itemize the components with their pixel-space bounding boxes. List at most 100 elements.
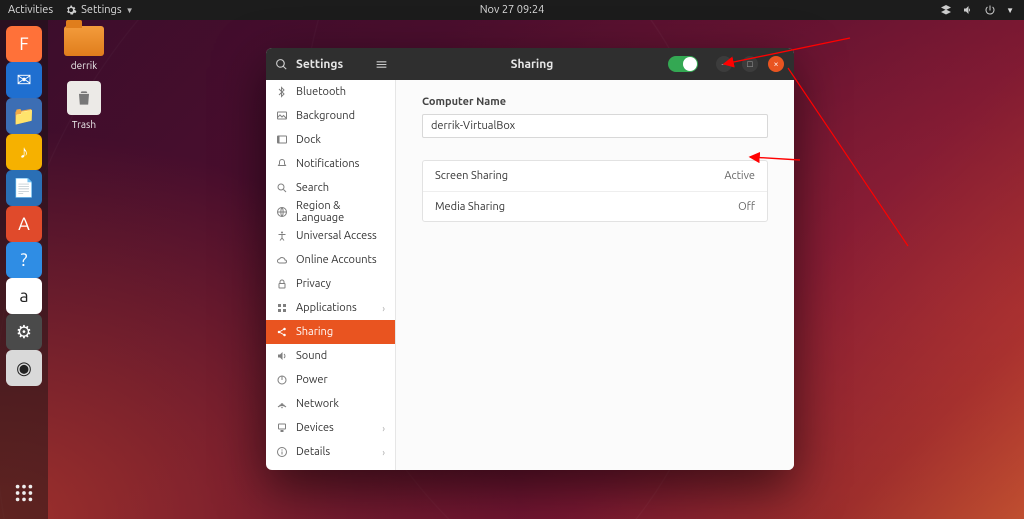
sidebar-item-devices[interactable]: Devices › — [266, 416, 395, 440]
sharing-row-screen-sharing[interactable]: Screen Sharing Active — [423, 161, 767, 191]
trash-icon — [67, 81, 101, 115]
sidebar-item-privacy[interactable]: Privacy — [266, 272, 395, 296]
close-button[interactable]: × — [768, 56, 784, 72]
sidebar-item-label: Privacy — [296, 278, 331, 290]
settings-content: Computer Name Screen Sharing Active Media … — [396, 80, 794, 470]
sidebar-item-label: Power — [296, 374, 328, 386]
sidebar-item-bluetooth[interactable]: Bluetooth — [266, 80, 395, 104]
sidebar-item-power[interactable]: Power — [266, 368, 395, 392]
dock-rhythmbox[interactable]: ♪ — [6, 134, 42, 170]
sharing-services-list: Screen Sharing Active Media Sharing Off — [422, 160, 768, 222]
sidebar-item-apps[interactable]: Applications › — [266, 296, 395, 320]
sidebar-item-label: Background — [296, 110, 355, 122]
dock-libreoffice[interactable]: 📄 — [6, 170, 42, 206]
settings-window: Settings Sharing – □ × Bluetooth Backgrou… — [266, 48, 794, 470]
chevron-right-icon: › — [382, 303, 385, 314]
computer-name-label: Computer Name — [422, 96, 768, 108]
dock-software[interactable]: A — [6, 206, 42, 242]
folder-icon — [64, 26, 104, 56]
sidebar-item-label: Devices — [296, 422, 334, 434]
sidebar-item-background[interactable]: Background — [266, 104, 395, 128]
apps-icon — [276, 302, 288, 314]
search-icon — [275, 58, 288, 71]
maximize-icon: □ — [747, 59, 752, 69]
power-icon — [984, 4, 996, 16]
globe-icon — [276, 206, 288, 218]
info-icon — [276, 446, 288, 458]
dock-settings[interactable]: ⚙ — [6, 314, 42, 350]
net-icon — [276, 398, 288, 410]
hamburger-icon — [375, 58, 388, 71]
desktop-icon-label: derrik — [71, 60, 97, 71]
sharing-row-media-sharing[interactable]: Media Sharing Off — [423, 191, 767, 221]
bg-icon — [276, 110, 288, 122]
row-label: Media Sharing — [435, 201, 505, 213]
gear-icon — [65, 4, 77, 16]
sidebar-item-search[interactable]: Search — [266, 176, 395, 200]
maximize-button[interactable]: □ — [742, 56, 758, 72]
sidebar-item-online[interactable]: Online Accounts — [266, 248, 395, 272]
sidebar-item-access[interactable]: Universal Access — [266, 224, 395, 248]
sidebar-item-label: Search — [296, 182, 329, 194]
sidebar-item-sharing[interactable]: Sharing — [266, 320, 395, 344]
sidebar-item-label: Bluetooth — [296, 86, 346, 98]
search-button[interactable] — [266, 48, 296, 80]
minimize-button[interactable]: – — [716, 56, 732, 72]
search-icon — [276, 182, 288, 194]
chevron-down-icon: ▼ — [126, 6, 134, 15]
sidebar-item-label: Universal Access — [296, 230, 377, 242]
sidebar-item-notifications[interactable]: Notifications — [266, 152, 395, 176]
sidebar-item-label: Notifications — [296, 158, 359, 170]
chevron-right-icon: › — [382, 423, 385, 434]
row-status: Off — [738, 201, 755, 213]
sharing-master-toggle[interactable] — [668, 56, 698, 72]
sidebar-title: Settings — [296, 58, 343, 71]
activities-button[interactable]: Activities — [8, 4, 53, 16]
top-bar: Activities Settings ▼ Nov 27 09:24 ▼ — [0, 0, 1024, 20]
dock: F✉📁♪📄A?a⚙◉ — [0, 20, 48, 519]
computer-name-input[interactable] — [422, 114, 768, 138]
sidebar-item-details[interactable]: Details › — [266, 440, 395, 464]
sidebar-item-label: Details — [296, 446, 330, 458]
desktop-trash[interactable]: Trash — [56, 81, 112, 130]
sidebar-item-label: Network — [296, 398, 339, 410]
desktop-icons: derrik Trash — [56, 26, 112, 130]
sidebar-item-sound[interactable]: Sound — [266, 344, 395, 368]
show-applications-button[interactable] — [6, 475, 42, 511]
sidebar-item-label: Region & Language — [296, 200, 385, 224]
desktop-icon-label: Trash — [72, 119, 96, 130]
share-icon — [276, 326, 288, 338]
settings-sidebar: Bluetooth Background Dock Notifications Sear… — [266, 80, 396, 470]
clock[interactable]: Nov 27 09:24 — [480, 4, 545, 16]
power-icon — [276, 374, 288, 386]
dock-firefox[interactable]: F — [6, 26, 42, 62]
sidebar-item-dock[interactable]: Dock — [266, 128, 395, 152]
chevron-right-icon: › — [382, 447, 385, 458]
window-titlebar[interactable]: Settings Sharing – □ × — [266, 48, 794, 80]
cloud-icon — [276, 254, 288, 266]
minimize-icon: – — [722, 59, 726, 69]
dock-amazon[interactable]: a — [6, 278, 42, 314]
bell-icon — [276, 158, 288, 170]
dock-disc[interactable]: ◉ — [6, 350, 42, 386]
grid-icon — [13, 482, 35, 504]
row-label: Screen Sharing — [435, 170, 508, 182]
hamburger-button[interactable] — [366, 48, 396, 80]
app-menu-label: Settings — [81, 4, 122, 16]
sidebar-item-label: Applications — [296, 302, 357, 314]
system-tray[interactable]: ▼ — [940, 4, 1024, 16]
close-icon: × — [773, 59, 778, 69]
sidebar-item-label: Sharing — [296, 326, 333, 338]
chevron-down-icon: ▼ — [1006, 6, 1014, 15]
ua-icon — [276, 230, 288, 242]
dock-files[interactable]: 📁 — [6, 98, 42, 134]
dock-thunderbird[interactable]: ✉ — [6, 62, 42, 98]
dock-help[interactable]: ? — [6, 242, 42, 278]
dock-icon — [276, 134, 288, 146]
sidebar-item-network[interactable]: Network — [266, 392, 395, 416]
desktop-folder-home[interactable]: derrik — [56, 26, 112, 71]
app-menu[interactable]: Settings ▼ — [65, 4, 133, 16]
sidebar-item-region[interactable]: Region & Language — [266, 200, 395, 224]
row-status: Active — [724, 170, 755, 182]
bt-icon — [276, 86, 288, 98]
